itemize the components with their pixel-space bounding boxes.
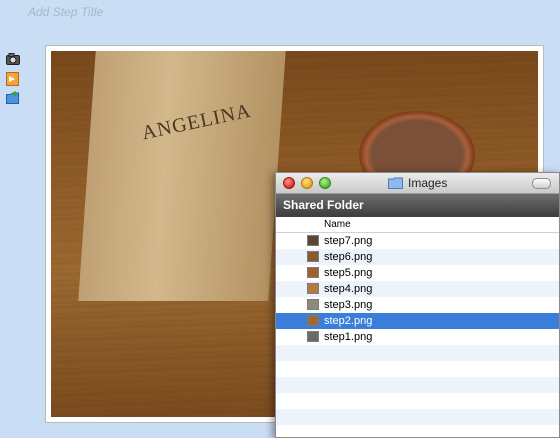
image-file-icon (307, 331, 319, 342)
shared-folder-header: Shared Folder (276, 194, 559, 217)
file-name: step6.png (324, 251, 373, 263)
file-name: step7.png (324, 235, 373, 247)
bag-shape (78, 51, 286, 301)
file-name: step1.png (324, 331, 373, 343)
file-row[interactable]: step6.png (276, 249, 559, 265)
tool-palette (6, 53, 22, 110)
file-row[interactable]: step2.png (276, 313, 559, 329)
step-title-input[interactable]: Add Step Title (28, 5, 103, 19)
file-row[interactable]: step3.png (276, 297, 559, 313)
empty-row (276, 409, 559, 425)
close-button[interactable] (283, 177, 295, 189)
empty-row (276, 377, 559, 393)
minimize-button[interactable] (301, 177, 313, 189)
image-file-icon (307, 251, 319, 262)
file-row[interactable]: step7.png (276, 233, 559, 249)
camera-icon[interactable] (6, 53, 20, 67)
column-header-name[interactable]: Name (276, 217, 559, 233)
finder-titlebar[interactable]: Images (276, 173, 559, 194)
folder-icon (388, 177, 403, 189)
file-name: step5.png (324, 267, 373, 279)
empty-row (276, 393, 559, 409)
file-row[interactable]: step4.png (276, 281, 559, 297)
image-file-icon (307, 235, 319, 246)
finder-title-text: Images (408, 176, 448, 190)
empty-row (276, 345, 559, 361)
image-file-icon (307, 267, 319, 278)
image-file-icon (307, 315, 319, 326)
document-icon[interactable] (6, 72, 20, 86)
finder-title: Images (388, 176, 447, 190)
empty-row (276, 361, 559, 377)
folder-add-icon[interactable] (6, 91, 20, 105)
file-row[interactable]: step5.png (276, 265, 559, 281)
finder-window: Images Shared Folder Name step7.png step6… (275, 172, 560, 438)
image-file-icon (307, 299, 319, 310)
file-name: step2.png (324, 315, 373, 327)
file-name: step4.png (324, 283, 373, 295)
file-list: step7.png step6.png step5.png step4.png step… (276, 233, 559, 425)
toolbar-toggle-button[interactable] (532, 178, 551, 189)
file-name: step3.png (324, 299, 373, 311)
zoom-button[interactable] (319, 177, 331, 189)
image-file-icon (307, 283, 319, 294)
file-row[interactable]: step1.png (276, 329, 559, 345)
